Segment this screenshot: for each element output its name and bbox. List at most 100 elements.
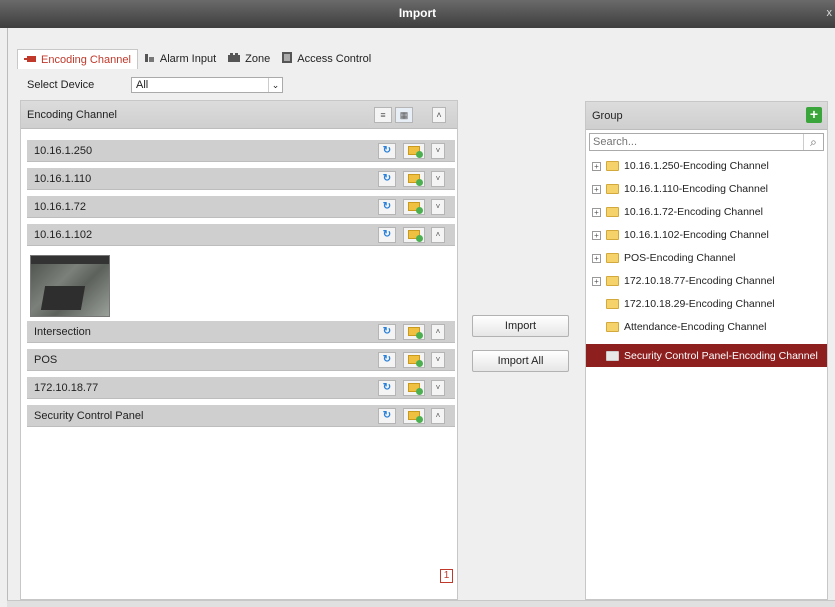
folder-icon [606, 253, 619, 263]
tab-access-control[interactable]: Access Control [276, 49, 377, 69]
expand-icon[interactable]: + [592, 161, 601, 171]
panel-header: Group + [586, 102, 827, 130]
channel-thumbnail[interactable] [30, 255, 110, 317]
group-item[interactable]: + POS-Encoding Channel [586, 247, 827, 269]
tab-zone[interactable]: Zone [222, 49, 276, 69]
device-row[interactable]: POS ↻ ˅ [27, 349, 455, 371]
select-device-row: Select Device [27, 79, 127, 91]
refresh-icon[interactable]: ↻ [378, 352, 396, 368]
close-icon[interactable]: x [827, 0, 833, 26]
add-to-group-icon[interactable] [403, 380, 425, 396]
camera-icon [24, 54, 36, 66]
group-label: 172.10.18.29-Encoding Channel [624, 298, 775, 310]
device-name: 10.16.1.102 [34, 228, 93, 241]
tab-alarm-input[interactable]: Alarm Input [138, 49, 222, 69]
group-item[interactable]: + 10.16.1.102-Encoding Channel [586, 224, 827, 246]
chevron-up-icon[interactable]: ˄ [431, 324, 445, 340]
expand-icon[interactable]: + [592, 230, 601, 240]
expand-icon[interactable]: + [592, 276, 601, 286]
refresh-icon[interactable]: ↻ [378, 143, 396, 159]
list-view-icon[interactable]: ≡ [374, 107, 392, 123]
tab-encoding-channel[interactable]: Encoding Channel [17, 49, 138, 69]
folder-icon [606, 207, 619, 217]
add-to-group-icon[interactable] [403, 227, 425, 243]
group-label: 10.16.1.102-Encoding Channel [624, 229, 769, 241]
group-label: 10.16.1.110-Encoding Channel [624, 183, 769, 195]
device-row[interactable]: 10.16.1.72 ↻ ˅ [27, 196, 455, 218]
refresh-icon[interactable]: ↻ [378, 171, 396, 187]
device-name: 10.16.1.110 [34, 172, 92, 185]
grid-view-icon[interactable]: ▦ [395, 107, 413, 123]
tab-label: Encoding Channel [41, 53, 131, 66]
search-input[interactable] [590, 134, 800, 150]
folder-icon [606, 230, 619, 240]
tab-label: Alarm Input [159, 53, 217, 65]
window-title: Import [398, 6, 437, 20]
chevron-up-icon[interactable]: ˄ [431, 408, 445, 424]
add-to-group-icon[interactable] [403, 171, 425, 187]
import-button[interactable]: Import [472, 315, 569, 337]
group-item[interactable]: + 10.16.1.72-Encoding Channel [586, 201, 827, 223]
tab-label: Zone [245, 53, 271, 65]
group-label: Attendance-Encoding Channel [624, 321, 767, 333]
group-panel: Group + ⌕ + 10.16.1.250-Encoding Channel… [585, 101, 828, 600]
group-label: 10.16.1.72-Encoding Channel [624, 206, 763, 218]
refresh-icon[interactable]: ↻ [378, 199, 396, 215]
device-row[interactable]: Security Control Panel ↻ ˄ [27, 405, 455, 427]
chevron-down-icon[interactable]: ˅ [431, 143, 445, 159]
chevron-down-icon[interactable]: ˅ [431, 380, 445, 396]
group-label: Security Control Panel-Encoding Channel [624, 349, 818, 362]
search-icon[interactable]: ⌕ [803, 134, 823, 150]
refresh-icon[interactable]: ↻ [378, 324, 396, 340]
expand-icon[interactable]: + [592, 207, 601, 217]
refresh-icon[interactable]: ↻ [378, 380, 396, 396]
group-label: POS-Encoding Channel [624, 252, 736, 264]
panel-header: Encoding Channel ≡ ▦ ˄ [21, 101, 457, 129]
panel-title: Group [592, 109, 623, 122]
chevron-down-icon[interactable]: ˅ [431, 199, 445, 215]
add-to-group-icon[interactable] [403, 324, 425, 340]
bottom-border [7, 600, 835, 607]
group-item-selected[interactable]: Security Control Panel-Encoding Channel [586, 344, 827, 367]
refresh-icon[interactable]: ↻ [378, 408, 396, 424]
title-bar: Import x [0, 0, 835, 28]
device-row[interactable]: 10.16.1.110 ↻ ˅ [27, 168, 455, 190]
add-to-group-icon[interactable] [403, 199, 425, 215]
device-name: Security Control Panel [34, 409, 144, 422]
select-device-dropdown[interactable]: All ⌄ [131, 77, 283, 93]
add-group-icon[interactable]: + [806, 107, 822, 123]
tab-bar: Encoding Channel Alarm Input Zone Access… [17, 49, 377, 69]
add-to-group-icon[interactable] [403, 143, 425, 159]
tab-label: Access Control [297, 53, 372, 65]
folder-icon [606, 322, 619, 332]
group-item[interactable]: Attendance-Encoding Channel [586, 316, 827, 338]
refresh-icon[interactable]: ↻ [378, 227, 396, 243]
device-name: Intersection [34, 325, 91, 338]
device-name: POS [34, 353, 58, 366]
panel-title: Encoding Channel [27, 108, 117, 121]
select-device-label: Select Device [27, 79, 95, 91]
group-item[interactable]: 172.10.18.29-Encoding Channel [586, 293, 827, 315]
folder-icon [606, 276, 619, 286]
chevron-down-icon[interactable]: ˅ [431, 171, 445, 187]
add-to-group-icon[interactable] [403, 408, 425, 424]
page-number[interactable]: 1 [440, 569, 453, 583]
group-item[interactable]: + 10.16.1.110-Encoding Channel [586, 178, 827, 200]
group-item[interactable]: + 172.10.18.77-Encoding Channel [586, 270, 827, 292]
chevron-up-icon[interactable]: ˄ [431, 227, 445, 243]
device-row[interactable]: 10.16.1.102 ↻ ˄ [27, 224, 455, 246]
zone-icon [228, 53, 241, 65]
device-row[interactable]: Intersection ↻ ˄ [27, 321, 455, 343]
collapse-all-icon[interactable]: ˄ [432, 107, 446, 123]
device-row[interactable]: 172.10.18.77 ↻ ˅ [27, 377, 455, 399]
import-all-button[interactable]: Import All [472, 350, 569, 372]
expand-icon[interactable]: + [592, 253, 601, 263]
expand-icon[interactable]: + [592, 184, 601, 194]
folder-icon [606, 299, 619, 309]
group-item[interactable]: + 10.16.1.250-Encoding Channel [586, 155, 827, 177]
folder-icon [606, 184, 619, 194]
chevron-down-icon[interactable]: ˅ [431, 352, 445, 368]
device-row[interactable]: 10.16.1.250 ↻ ˅ [27, 140, 455, 162]
group-label: 172.10.18.77-Encoding Channel [624, 275, 775, 287]
add-to-group-icon[interactable] [403, 352, 425, 368]
